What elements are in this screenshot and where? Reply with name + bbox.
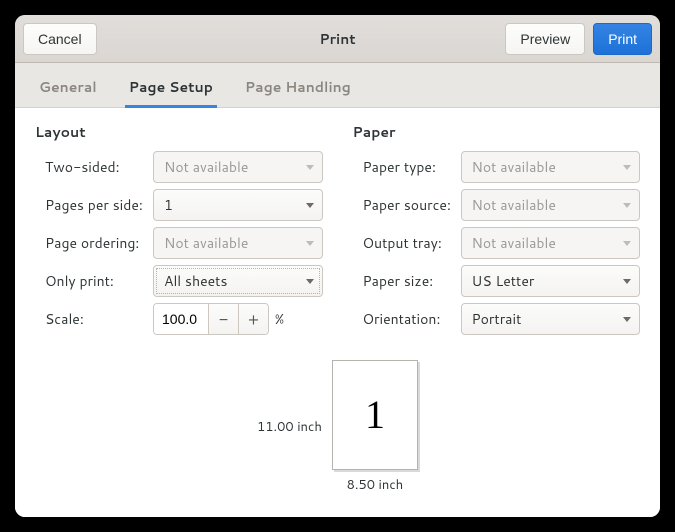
chevron-down-icon	[306, 241, 314, 246]
scale-spinbutton[interactable]: − +	[153, 303, 269, 335]
pages-per-side-combo[interactable]: 1	[153, 189, 323, 221]
output-tray-label: Output tray:	[353, 233, 461, 253]
layout-section: Layout Two-sided: Not available Pages pe…	[35, 122, 323, 340]
output-tray-value: Not available	[472, 233, 556, 253]
scale-decrease-button[interactable]: −	[208, 304, 238, 334]
orientation-combo[interactable]: Portrait	[461, 303, 641, 335]
scale-input[interactable]	[154, 304, 208, 334]
page-preview: 1	[332, 360, 418, 470]
two-sided-label: Two-sided:	[35, 157, 153, 177]
only-print-label: Only print:	[35, 271, 153, 291]
two-sided-value: Not available	[164, 157, 248, 177]
paper-type-value: Not available	[472, 157, 556, 177]
print-dialog: Cancel Print Preview Print General Page …	[15, 15, 660, 517]
two-sided-combo: Not available	[153, 151, 323, 183]
tab-general[interactable]: General	[35, 69, 101, 108]
chevron-down-icon	[623, 317, 631, 322]
chevron-down-icon	[623, 203, 631, 208]
page-ordering-label: Page ordering:	[35, 233, 153, 253]
scale-increase-button[interactable]: +	[238, 304, 268, 334]
paper-size-label: Paper size:	[353, 271, 461, 291]
output-tray-combo: Not available	[461, 227, 641, 259]
paper-source-label: Paper source:	[353, 195, 461, 215]
layout-heading: Layout	[35, 122, 323, 142]
only-print-combo[interactable]: All sheets	[153, 265, 323, 297]
orientation-label: Orientation:	[353, 309, 461, 329]
chevron-down-icon	[623, 241, 631, 246]
paper-type-label: Paper type:	[353, 157, 461, 177]
paper-type-combo: Not available	[461, 151, 641, 183]
paper-size-value: US Letter	[472, 271, 535, 291]
only-print-value: All sheets	[164, 271, 227, 291]
tab-page-setup[interactable]: Page Setup	[125, 69, 217, 108]
print-button[interactable]: Print	[593, 23, 652, 55]
paper-heading: Paper	[353, 122, 641, 142]
chevron-down-icon	[623, 279, 631, 284]
preview-button[interactable]: Preview	[505, 23, 585, 55]
pages-per-side-label: Pages per side:	[35, 195, 153, 215]
tab-page-handling[interactable]: Page Handling	[241, 69, 355, 108]
page-width-label: 8.50 inch	[347, 476, 404, 494]
paper-source-combo: Not available	[461, 189, 641, 221]
scale-unit: %	[275, 309, 284, 329]
paper-section: Paper Paper type: Not available Paper so…	[353, 122, 641, 340]
chevron-down-icon	[306, 203, 314, 208]
page-preview-area: 11.00 inch 1 8.50 inch	[35, 350, 640, 503]
page-ordering-combo: Not available	[153, 227, 323, 259]
chevron-down-icon	[623, 165, 631, 170]
orientation-value: Portrait	[472, 309, 522, 329]
tab-bar: General Page Setup Page Handling	[15, 63, 660, 108]
page-height-label: 11.00 inch	[257, 418, 322, 436]
paper-source-value: Not available	[472, 195, 556, 215]
content-area: Layout Two-sided: Not available Pages pe…	[15, 108, 660, 517]
header-bar: Cancel Print Preview Print	[15, 15, 660, 63]
page-number: 1	[365, 391, 385, 438]
chevron-down-icon	[306, 279, 314, 284]
pages-per-side-value: 1	[164, 195, 173, 215]
page-ordering-value: Not available	[164, 233, 248, 253]
chevron-down-icon	[306, 165, 314, 170]
scale-label: Scale:	[35, 309, 153, 329]
paper-size-combo[interactable]: US Letter	[461, 265, 641, 297]
cancel-button[interactable]: Cancel	[23, 23, 97, 55]
